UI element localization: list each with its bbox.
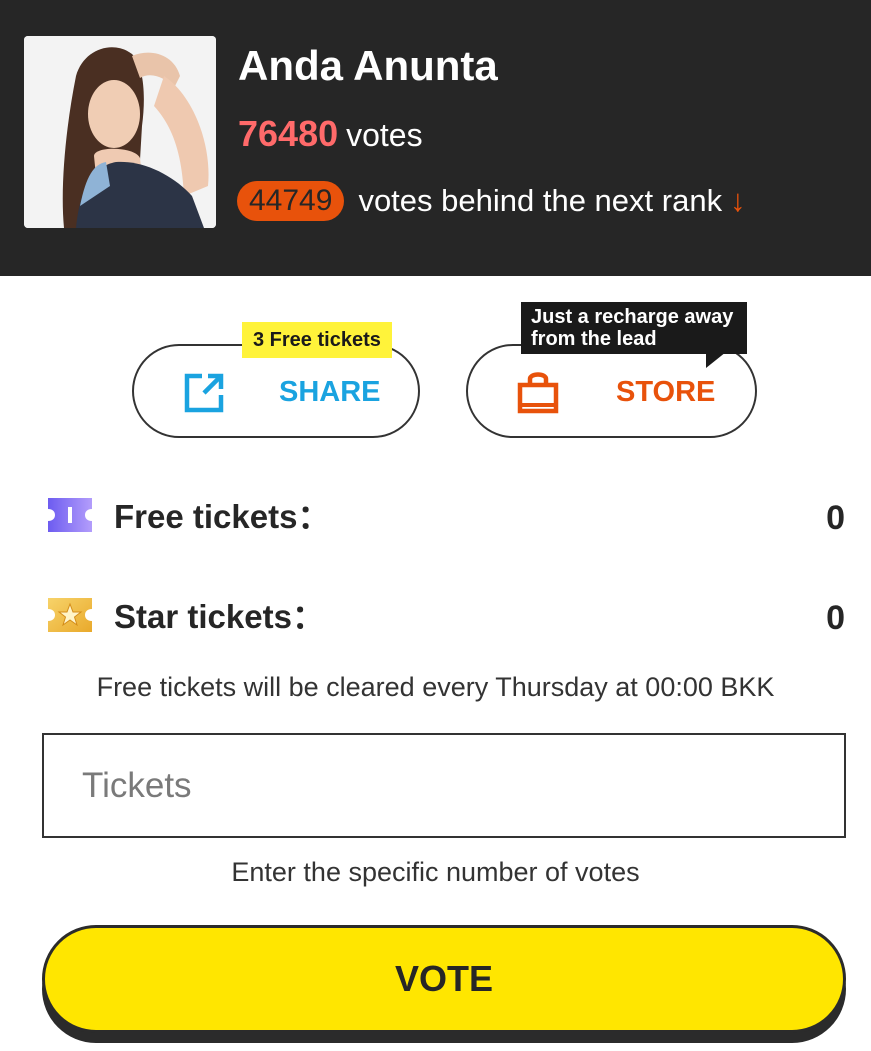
star-tickets-label: Star tickets： xyxy=(114,598,325,635)
rank-gap-badge: 44749 xyxy=(237,181,345,221)
votes-input-hint: Enter the specific number of votes xyxy=(231,857,640,887)
star-tickets-count: 0 xyxy=(826,599,845,637)
free-tickets-notice: Free tickets will be cleared every Thurs… xyxy=(96,672,775,702)
profile-header: Anda Anunta 76480 votes 44749 votes behin… xyxy=(0,0,871,276)
vote-button[interactable]: VOTE xyxy=(42,925,846,1033)
rank-gap-line: 44749 votes behind the next rank ↓ xyxy=(237,180,746,222)
share-icon xyxy=(184,373,224,413)
ticket-icon xyxy=(48,498,92,532)
avatar xyxy=(24,36,216,228)
share-button[interactable]: SHARE xyxy=(132,344,420,438)
votes-line: 76480 votes xyxy=(238,108,423,168)
promo-tag-pointer xyxy=(706,352,726,368)
votes-count: 76480 xyxy=(238,113,339,154)
star-ticket-icon xyxy=(48,598,92,632)
free-tickets-label: Free tickets： xyxy=(114,498,331,535)
votes-label: votes xyxy=(346,117,423,153)
store-button-label: STORE xyxy=(616,376,716,408)
arrow-down-icon: ↓ xyxy=(730,183,746,218)
free-tickets-promo-tag: 3 Free tickets xyxy=(242,322,392,358)
recharge-promo-tag: Just a recharge away from the lead xyxy=(521,302,747,354)
rank-gap-text: votes behind the next rank xyxy=(358,183,723,218)
tickets-input[interactable] xyxy=(42,733,846,838)
free-tickets-row: Free tickets： 0 xyxy=(0,492,871,540)
free-tickets-count: 0 xyxy=(826,499,845,537)
candidate-name: Anda Anunta xyxy=(238,42,498,89)
star-tickets-row: Star tickets： 0 xyxy=(0,592,871,640)
shopping-bag-icon xyxy=(517,372,559,414)
share-button-label: SHARE xyxy=(279,376,381,408)
avatar-photo xyxy=(24,36,216,228)
